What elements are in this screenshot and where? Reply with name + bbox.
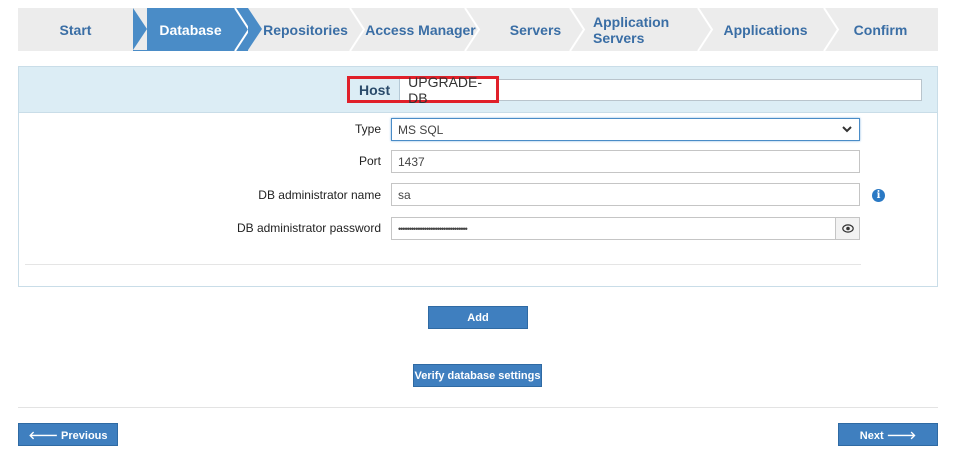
- add-button[interactable]: Add: [428, 306, 528, 329]
- footer-divider: [18, 407, 938, 408]
- panel-divider: [25, 264, 861, 265]
- step-start[interactable]: Start: [18, 8, 133, 51]
- step-label: Servers: [509, 21, 562, 38]
- verify-database-button[interactable]: Verify database settings: [413, 364, 542, 387]
- admin-name-field[interactable]: sa: [391, 183, 860, 206]
- step-label: Repositories: [263, 21, 348, 38]
- step-label: Access Manager: [365, 21, 476, 38]
- admin-password-field[interactable]: ••••••••••••••••••••••••••••••••: [391, 217, 860, 240]
- step-servers[interactable]: Servers: [478, 8, 593, 51]
- eye-icon: [841, 224, 854, 233]
- type-label: Type: [354, 122, 381, 136]
- step-label: Database: [159, 21, 222, 38]
- wizard-steps: Start Database Repositories Access Manag…: [18, 8, 938, 51]
- step-access-manager[interactable]: Access Manager: [363, 8, 478, 51]
- port-label: Port: [358, 154, 381, 168]
- admin-password-value: ••••••••••••••••••••••••••••••••: [398, 223, 468, 234]
- step-application-servers[interactable]: Application Servers: [593, 8, 708, 51]
- step-database[interactable]: Database: [133, 8, 262, 51]
- info-icon[interactable]: i: [872, 189, 885, 202]
- step-confirm[interactable]: Confirm: [823, 8, 938, 51]
- step-label: Application Servers: [593, 13, 670, 46]
- previous-button[interactable]: 🡐 Previous: [18, 423, 118, 446]
- admin-password-label: DB administrator password: [236, 221, 381, 235]
- step-applications[interactable]: Applications: [708, 8, 823, 51]
- chevron-down-icon: [842, 126, 852, 133]
- host-row: Host UPGRADE-DB: [19, 67, 937, 113]
- step-label: Confirm: [853, 21, 908, 38]
- step-label: Applications: [723, 21, 808, 38]
- host-highlight: Host UPGRADE-DB: [347, 73, 499, 106]
- admin-name-value: sa: [398, 187, 411, 202]
- host-value: UPGRADE-DB: [408, 73, 483, 106]
- show-password-button[interactable]: [835, 218, 859, 239]
- next-button[interactable]: Next 🡒: [838, 423, 938, 446]
- step-label: Start: [59, 21, 92, 38]
- port-field[interactable]: 1437: [391, 150, 860, 173]
- host-label: Host: [350, 79, 401, 100]
- database-panel: Host UPGRADE-DB Type MS SQL Port 1437 DB…: [18, 66, 938, 287]
- step-repositories[interactable]: Repositories: [248, 8, 363, 51]
- type-select[interactable]: MS SQL: [391, 118, 860, 141]
- admin-name-label: DB administrator name: [258, 188, 381, 202]
- port-value: 1437: [398, 154, 425, 169]
- type-value: MS SQL: [398, 122, 444, 137]
